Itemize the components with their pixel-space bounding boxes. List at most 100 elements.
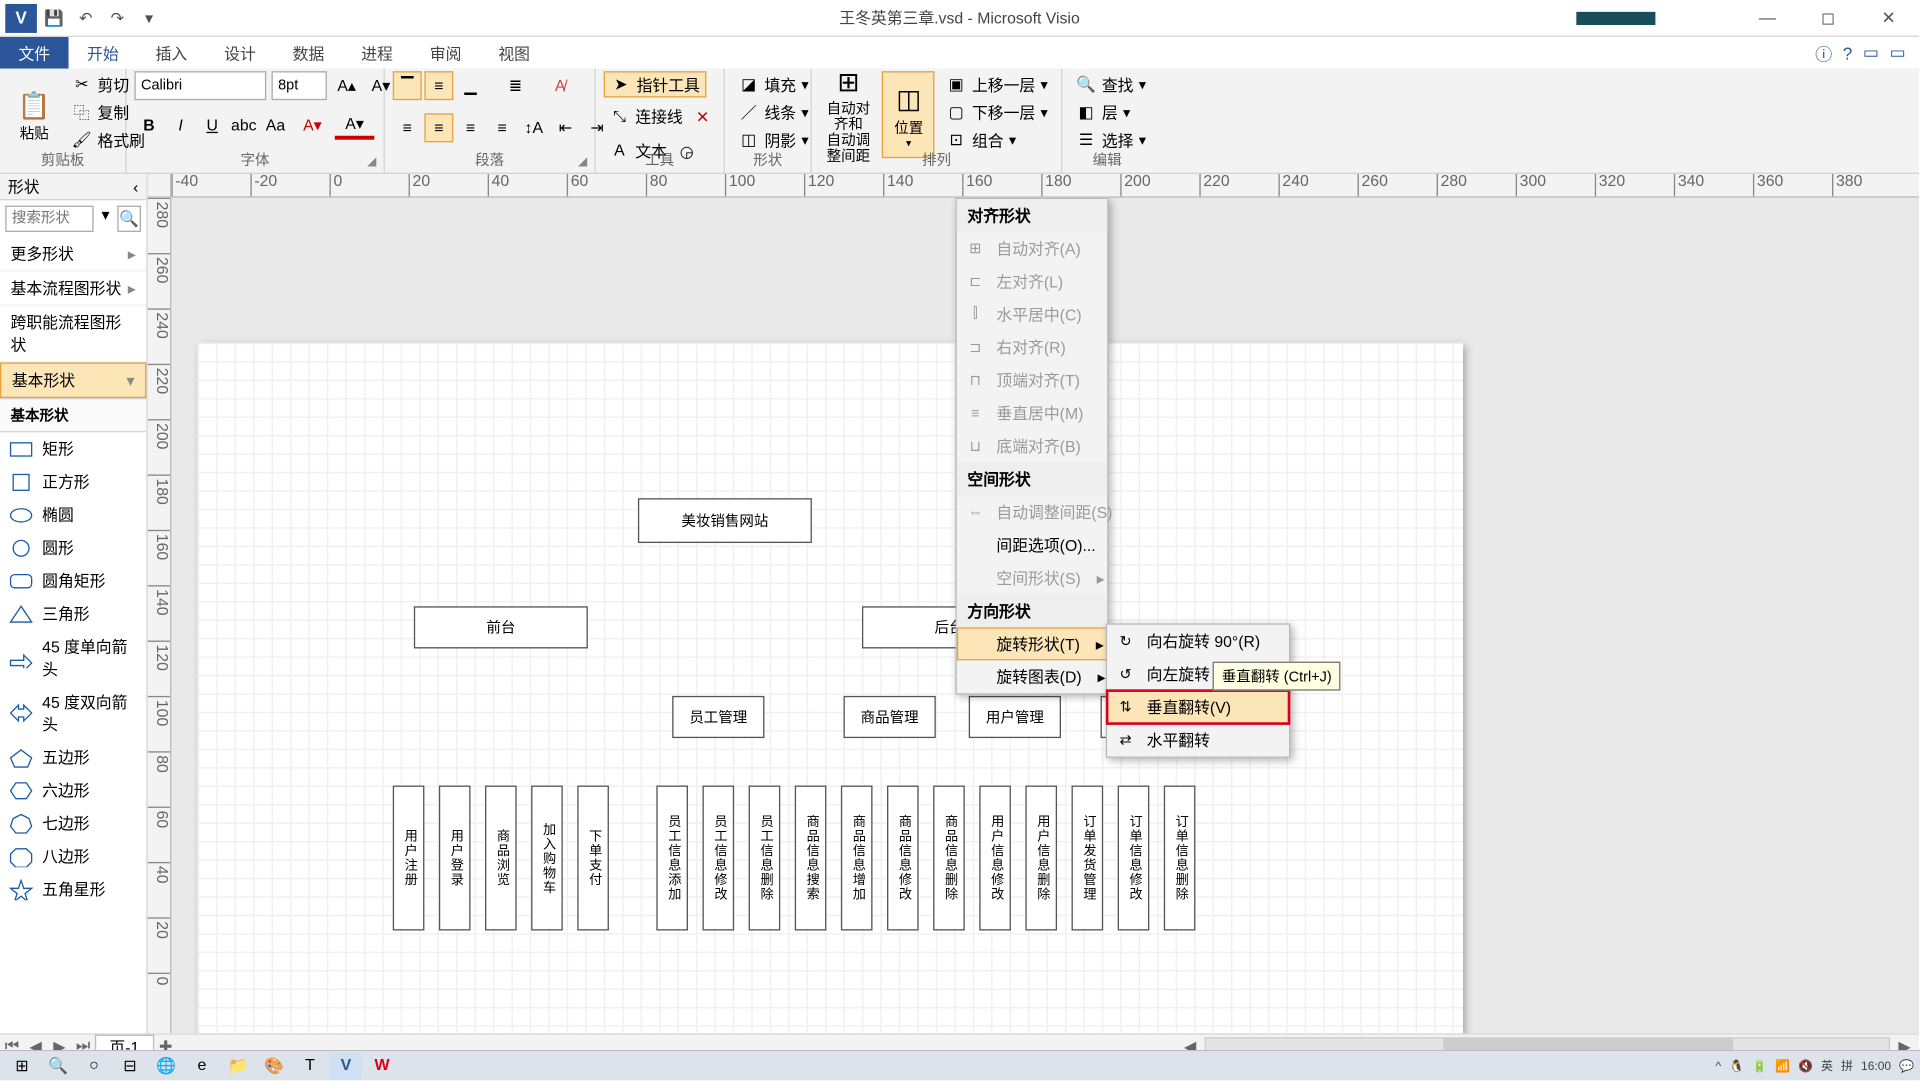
shape-3[interactable]: 圆形	[0, 531, 146, 564]
layers-button[interactable]: ◧层▾	[1070, 99, 1151, 125]
menu-align-bottom[interactable]: ⊔底端对齐(B)	[957, 430, 1107, 463]
text-direction-button[interactable]: ↕A	[519, 113, 548, 142]
menu-space-shapes[interactable]: 空间形状(S)▸	[957, 561, 1107, 594]
grow-font-button[interactable]: A▴	[332, 71, 361, 100]
align-right-button[interactable]: ≡	[456, 113, 485, 142]
node-root[interactable]: 美妆销售网站	[638, 498, 812, 543]
tray-battery-icon[interactable]: 🔋	[1752, 1059, 1767, 1073]
tray-expand-icon[interactable]: ^	[1716, 1059, 1722, 1073]
position-button[interactable]: ◫ 位置 ▾	[882, 71, 935, 158]
start-button[interactable]: ⊞	[6, 1053, 38, 1079]
ribbon-help-icon[interactable]: ⓘ	[1815, 40, 1832, 65]
node-front-leaf-1[interactable]: 用户登录	[439, 786, 471, 931]
node-back-leaf-11[interactable]: 订单信息删除	[1164, 786, 1196, 931]
visio-app-icon[interactable]: V	[5, 3, 37, 32]
menu-auto-align[interactable]: ⊞自动对齐(A)	[957, 232, 1107, 265]
underline-button[interactable]: U	[198, 111, 227, 140]
auto-align-button[interactable]: ⊞ 自动对齐和 自动调整间距	[820, 71, 877, 158]
bullets-button[interactable]: ≣	[501, 71, 530, 100]
close-button[interactable]: ✕	[1858, 0, 1919, 36]
shape-7[interactable]: 45 度双向箭头	[0, 685, 146, 740]
shape-11[interactable]: 八边形	[0, 840, 146, 873]
fill-button[interactable]: ◪填充▾	[733, 71, 814, 97]
node-frontend[interactable]: 前台	[414, 606, 588, 648]
node-front-leaf-2[interactable]: 商品浏览	[485, 786, 517, 931]
strikethrough-button[interactable]: abc	[229, 111, 258, 140]
bold-button[interactable]: B	[134, 111, 163, 140]
qat-undo[interactable]: ↶	[71, 3, 100, 32]
explorer-taskbar-icon[interactable]: 📁	[222, 1053, 254, 1079]
ribbon-options-icon[interactable]: ▭	[1863, 42, 1879, 63]
tray-clock[interactable]: 16:00	[1861, 1059, 1891, 1073]
node-back-leaf-0[interactable]: 员工信息添加	[656, 786, 688, 931]
tab-home[interactable]: 开始	[69, 37, 138, 69]
find-button[interactable]: 🔍查找▾	[1070, 71, 1151, 97]
shape-10[interactable]: 七边形	[0, 807, 146, 840]
shape-search-input[interactable]	[5, 206, 93, 232]
menu-align-top[interactable]: ⊓顶端对齐(T)	[957, 364, 1107, 397]
paste-button[interactable]: 📋 粘贴	[8, 71, 61, 158]
menu-rotate-shape[interactable]: 旋转形状(T)▸ ↻向右旋转 90°(R) ↺向左旋转 90°(L) ⇅垂直翻转…	[957, 627, 1107, 660]
help-icon[interactable]: ?	[1843, 43, 1853, 63]
shape-12[interactable]: 五角星形	[0, 873, 146, 906]
tab-file[interactable]: 文件	[0, 37, 69, 69]
align-left-button[interactable]: ≡	[393, 113, 422, 142]
font-color-button[interactable]: A▾	[335, 111, 375, 140]
node-front-leaf-4[interactable]: 下单支付	[577, 786, 609, 931]
tray-ime-mode[interactable]: 拼	[1841, 1057, 1853, 1074]
submenu-flip-vertical[interactable]: ⇅垂直翻转(V)	[1107, 691, 1289, 724]
node-back-l2-2[interactable]: 用户管理	[969, 696, 1061, 738]
task-view-button[interactable]: ⊟	[114, 1053, 146, 1079]
shape-4[interactable]: 圆角矩形	[0, 564, 146, 597]
node-back-leaf-9[interactable]: 订单发货管理	[1072, 786, 1104, 931]
connector-tool-button[interactable]: ⤡连接线	[604, 103, 688, 129]
shape-1[interactable]: 正方形	[0, 465, 146, 498]
align-middle-button[interactable]: ≡	[424, 71, 453, 100]
maximize-button[interactable]: ◻	[1798, 0, 1859, 36]
visio-taskbar-icon[interactable]: V	[330, 1053, 362, 1079]
font-launcher[interactable]: ◢	[362, 152, 380, 170]
clear-format-button[interactable]: A̸	[546, 71, 575, 100]
qat-save[interactable]: 💾	[40, 3, 69, 32]
menu-align-right[interactable]: ⊐右对齐(R)	[957, 331, 1107, 364]
node-back-leaf-3[interactable]: 商品信息搜索	[795, 786, 827, 931]
qat-redo[interactable]: ↷	[103, 3, 132, 32]
highlight-button[interactable]: A▾	[293, 111, 333, 140]
italic-button[interactable]: I	[166, 111, 195, 140]
shape-8[interactable]: 五边形	[0, 741, 146, 774]
tray-wifi-icon[interactable]: 📶	[1775, 1059, 1790, 1073]
shape-search-go[interactable]: 🔍	[117, 206, 141, 232]
send-backward-button[interactable]: ▢下移一层▾	[940, 99, 1053, 125]
paragraph-launcher[interactable]: ◢	[573, 152, 591, 170]
menu-space-options[interactable]: 间距选项(O)...	[957, 529, 1107, 562]
menu-auto-space[interactable]: ⇔自动调整间距(S)	[957, 496, 1107, 529]
app2-taskbar-icon[interactable]: T	[294, 1053, 326, 1079]
justify-button[interactable]: ≡	[488, 113, 517, 142]
shape-6[interactable]: 45 度单向箭头	[0, 630, 146, 685]
tab-process[interactable]: 进程	[343, 37, 412, 69]
tab-design[interactable]: 设计	[206, 37, 275, 69]
node-back-leaf-5[interactable]: 商品信息修改	[887, 786, 919, 931]
stencil-basic-shapes[interactable]: 基本形状▾	[0, 362, 146, 398]
font-name-input[interactable]	[134, 71, 266, 100]
submenu-flip-horizontal[interactable]: ⇄水平翻转	[1107, 724, 1289, 757]
submenu-rotate-right[interactable]: ↻向右旋转 90°(R)	[1107, 625, 1289, 658]
stencil-basic-flowchart[interactable]: 基本流程图形状▸	[0, 272, 146, 306]
node-back-leaf-7[interactable]: 用户信息修改	[979, 786, 1011, 931]
menu-align-left[interactable]: ⊏左对齐(L)	[957, 265, 1107, 298]
node-back-leaf-4[interactable]: 商品信息增加	[841, 786, 873, 931]
ribbon-collapse-icon[interactable]: ▭	[1890, 42, 1906, 63]
more-shapes-item[interactable]: 更多形状▸	[0, 237, 146, 271]
menu-center-h[interactable]: ⫿水平居中(C)	[957, 298, 1107, 331]
menu-rotate-diagram[interactable]: 旋转图表(D)▸	[957, 660, 1107, 693]
shapes-pane-collapse[interactable]: ‹	[133, 177, 138, 195]
align-center-button[interactable]: ≡	[424, 113, 453, 142]
node-front-leaf-3[interactable]: 加入购物车	[531, 786, 563, 931]
node-back-leaf-8[interactable]: 用户信息删除	[1025, 786, 1057, 931]
shape-5[interactable]: 三角形	[0, 597, 146, 630]
stencil-crossfunc-flowchart[interactable]: 跨职能流程图形状	[0, 306, 146, 363]
tray-app-icon[interactable]: 🐧	[1729, 1059, 1744, 1073]
node-back-l2-0[interactable]: 员工管理	[672, 696, 764, 738]
qat-customize[interactable]: ▾	[134, 3, 163, 32]
tab-data[interactable]: 数据	[274, 37, 343, 69]
